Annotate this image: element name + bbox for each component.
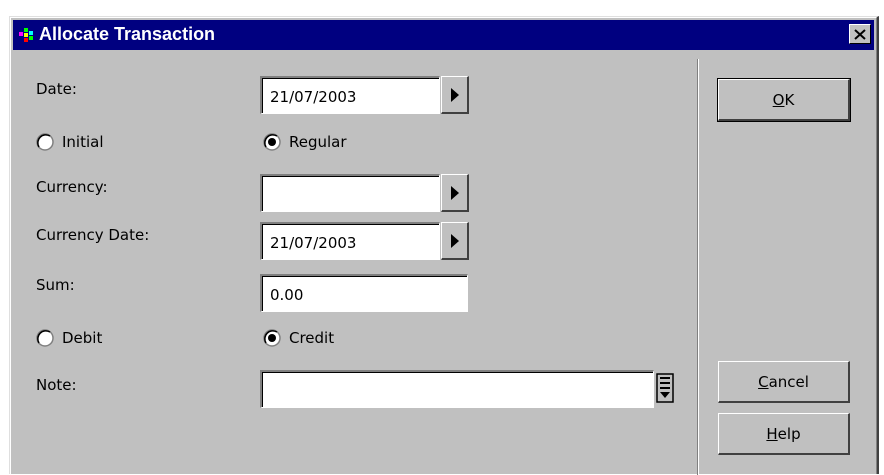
note-editor-button[interactable] xyxy=(656,373,674,403)
radio-checked-icon xyxy=(263,329,281,347)
currency-date-label: Currency Date: xyxy=(36,226,150,244)
currency-date-field[interactable]: 21/07/2003 xyxy=(260,222,440,260)
close-icon xyxy=(854,28,866,40)
regular-radio[interactable]: Regular xyxy=(263,133,347,151)
credit-label: Credit xyxy=(289,329,335,347)
sum-field[interactable]: 0.00 xyxy=(260,274,468,312)
cancel-label: ancel xyxy=(768,372,809,391)
radio-checked-icon xyxy=(263,133,281,151)
radio-unchecked-icon xyxy=(36,133,54,151)
dialog-title: Allocate Transaction xyxy=(39,24,216,44)
allocate-transaction-dialog: Allocate Transaction Date: 21/07/2003 In… xyxy=(9,16,879,475)
radio-unchecked-icon xyxy=(36,329,54,347)
currency-date-dropdown-button[interactable] xyxy=(441,222,469,260)
help-button[interactable]: Help xyxy=(718,413,850,455)
date-dropdown-button[interactable] xyxy=(441,76,469,114)
regular-label: Regular xyxy=(289,133,347,151)
currency-dropdown-button[interactable] xyxy=(441,174,469,212)
help-label: elp xyxy=(777,424,801,443)
ok-label: K xyxy=(784,90,795,109)
ok-button[interactable]: OK xyxy=(717,78,851,122)
help-accelerator: H xyxy=(766,424,778,443)
date-field[interactable]: 21/07/2003 xyxy=(260,76,440,114)
initial-radio[interactable]: Initial xyxy=(36,133,104,151)
ok-accelerator: O xyxy=(772,90,785,109)
dropdown-arrow-icon xyxy=(450,233,459,248)
vertical-divider xyxy=(697,59,699,475)
dropdown-arrow-icon xyxy=(450,185,459,200)
debit-label: Debit xyxy=(62,329,103,347)
title-bar[interactable]: Allocate Transaction xyxy=(13,20,874,50)
currency-label: Currency: xyxy=(36,178,108,196)
close-button[interactable] xyxy=(849,24,871,44)
debit-radio[interactable]: Debit xyxy=(36,329,102,347)
credit-radio[interactable]: Credit xyxy=(263,329,334,347)
date-label: Date: xyxy=(36,80,77,98)
app-icon xyxy=(19,28,33,42)
note-label: Note: xyxy=(36,376,77,394)
note-field[interactable] xyxy=(260,370,654,408)
sum-label: Sum: xyxy=(36,276,75,294)
cancel-accelerator: C xyxy=(758,372,769,391)
cancel-button[interactable]: Cancel xyxy=(718,361,850,403)
note-editor-icon xyxy=(656,373,674,403)
initial-label: Initial xyxy=(62,133,104,151)
dropdown-arrow-icon xyxy=(450,87,459,102)
currency-field[interactable] xyxy=(260,174,440,212)
